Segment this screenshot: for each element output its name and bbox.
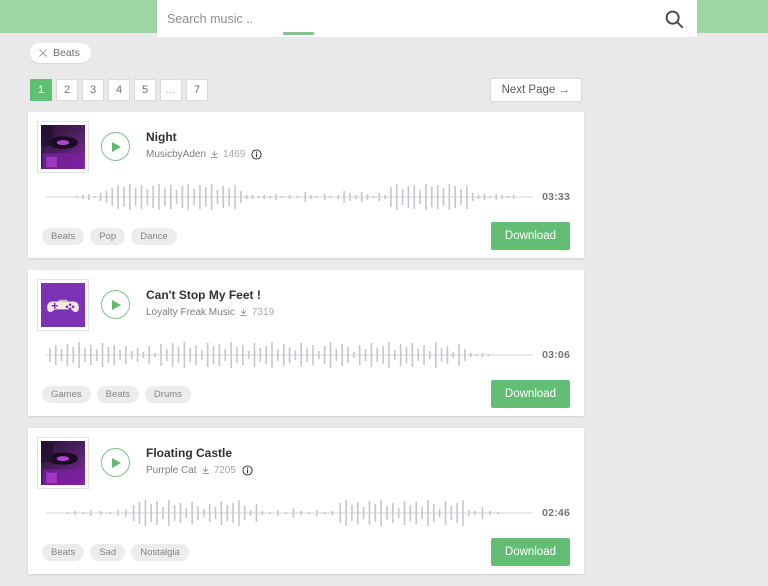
page-button-2[interactable]: 2 — [56, 79, 78, 101]
tag-list: Beats Pop Dance — [42, 227, 177, 245]
play-button[interactable] — [101, 448, 130, 477]
tag[interactable]: Nostalgia — [131, 543, 189, 561]
waveform-row: 03:06 — [46, 340, 570, 370]
info-icon[interactable] — [242, 465, 253, 476]
waveform-row: 02:46 — [46, 498, 570, 528]
filter-chip-beats[interactable]: Beats — [30, 43, 91, 63]
track-header: Night MusicbyAden 1469 — [38, 122, 570, 172]
track-thumbnail-turntable[interactable] — [38, 122, 88, 172]
track-footer: Beats Pop Dance Download — [38, 222, 570, 250]
track-duration: 03:33 — [542, 191, 570, 203]
download-button[interactable]: Download — [491, 380, 570, 408]
page-button-3[interactable]: 3 — [82, 79, 104, 101]
track-submeta: MusicbyAden 1469 — [146, 148, 570, 161]
tag-list: Beats Sad Nostalgia — [42, 543, 189, 561]
play-icon — [112, 457, 121, 468]
tag[interactable]: Sad — [90, 543, 126, 561]
tag[interactable]: Dance — [131, 227, 177, 245]
play-button[interactable] — [101, 290, 130, 319]
info-icon[interactable] — [251, 149, 262, 160]
track-submeta: Purrple Cat 7205 — [146, 464, 570, 477]
track-artist[interactable]: MusicbyAden — [146, 148, 206, 161]
tag-list: Games Beats Drums — [42, 385, 191, 403]
play-button[interactable] — [101, 132, 130, 161]
track-thumbnail-turntable[interactable] — [38, 438, 88, 488]
track-card: Can't Stop My Feet ! Loyalty Freak Music… — [28, 270, 584, 416]
search-active-indicator — [283, 32, 314, 35]
tag[interactable]: Games — [42, 385, 91, 403]
search-bar[interactable] — [157, 0, 697, 37]
pagination: 1 2 3 4 5 ... 7 Next Page → — [30, 78, 582, 102]
track-footer: Beats Sad Nostalgia Download — [38, 538, 570, 566]
track-thumbnail-gamepad[interactable] — [38, 280, 88, 330]
download-icon — [239, 308, 248, 317]
play-icon — [112, 299, 121, 310]
page-ellipsis: ... — [160, 79, 182, 101]
waveform[interactable] — [46, 340, 534, 370]
track-info: Can't Stop My Feet ! Loyalty Freak Music… — [146, 288, 570, 319]
track-header: Can't Stop My Feet ! Loyalty Freak Music… — [38, 280, 570, 330]
tag[interactable]: Pop — [90, 227, 126, 245]
tag[interactable]: Beats — [96, 385, 139, 403]
download-count: 7319 — [251, 307, 275, 318]
close-icon[interactable] — [38, 48, 48, 58]
tag[interactable]: Beats — [42, 227, 85, 245]
next-page-button[interactable]: Next Page → — [489, 78, 582, 102]
waveform[interactable] — [46, 498, 534, 528]
play-icon — [112, 141, 121, 152]
track-title: Can't Stop My Feet ! — [146, 288, 261, 302]
track-card: Night MusicbyAden 1469 03:33 Beats Pop D… — [28, 112, 584, 258]
page-button-4[interactable]: 4 — [108, 79, 130, 101]
waveform[interactable] — [46, 182, 534, 212]
waveform-row: 03:33 — [46, 182, 570, 212]
download-button[interactable]: Download — [491, 222, 570, 250]
track-submeta: Loyalty Freak Music 7319 — [146, 306, 570, 319]
filter-chip-label: Beats — [53, 47, 80, 59]
download-icon — [210, 150, 219, 159]
track-artist[interactable]: Loyalty Freak Music — [146, 306, 235, 319]
tag[interactable]: Beats — [42, 543, 85, 561]
track-info: Night MusicbyAden 1469 — [146, 130, 570, 161]
track-duration: 02:46 — [542, 507, 570, 519]
track-header: Floating Castle Purrple Cat 7205 — [38, 438, 570, 488]
search-input[interactable] — [167, 0, 663, 37]
track-footer: Games Beats Drums Download — [38, 380, 570, 408]
track-info: Floating Castle Purrple Cat 7205 — [146, 446, 570, 477]
track-duration: 03:06 — [542, 349, 570, 361]
track-artist[interactable]: Purrple Cat — [146, 464, 197, 477]
tag[interactable]: Drums — [144, 385, 191, 403]
page-button-7[interactable]: 7 — [186, 79, 208, 101]
track-list: Night MusicbyAden 1469 03:33 Beats Pop D… — [28, 112, 584, 586]
filter-chip-row: Beats — [30, 43, 91, 63]
download-button[interactable]: Download — [491, 538, 570, 566]
search-icon[interactable] — [663, 8, 685, 30]
page-number-list: 1 2 3 4 5 ... 7 — [30, 79, 208, 101]
download-count: 1469 — [223, 149, 246, 160]
page-button-5[interactable]: 5 — [134, 79, 156, 101]
download-count: 7205 — [213, 465, 236, 476]
track-title: Floating Castle — [146, 446, 233, 460]
track-card: Floating Castle Purrple Cat 7205 02:46 B… — [28, 428, 584, 574]
track-title: Night — [146, 130, 177, 144]
download-icon — [201, 466, 210, 475]
page-button-1[interactable]: 1 — [30, 79, 52, 101]
